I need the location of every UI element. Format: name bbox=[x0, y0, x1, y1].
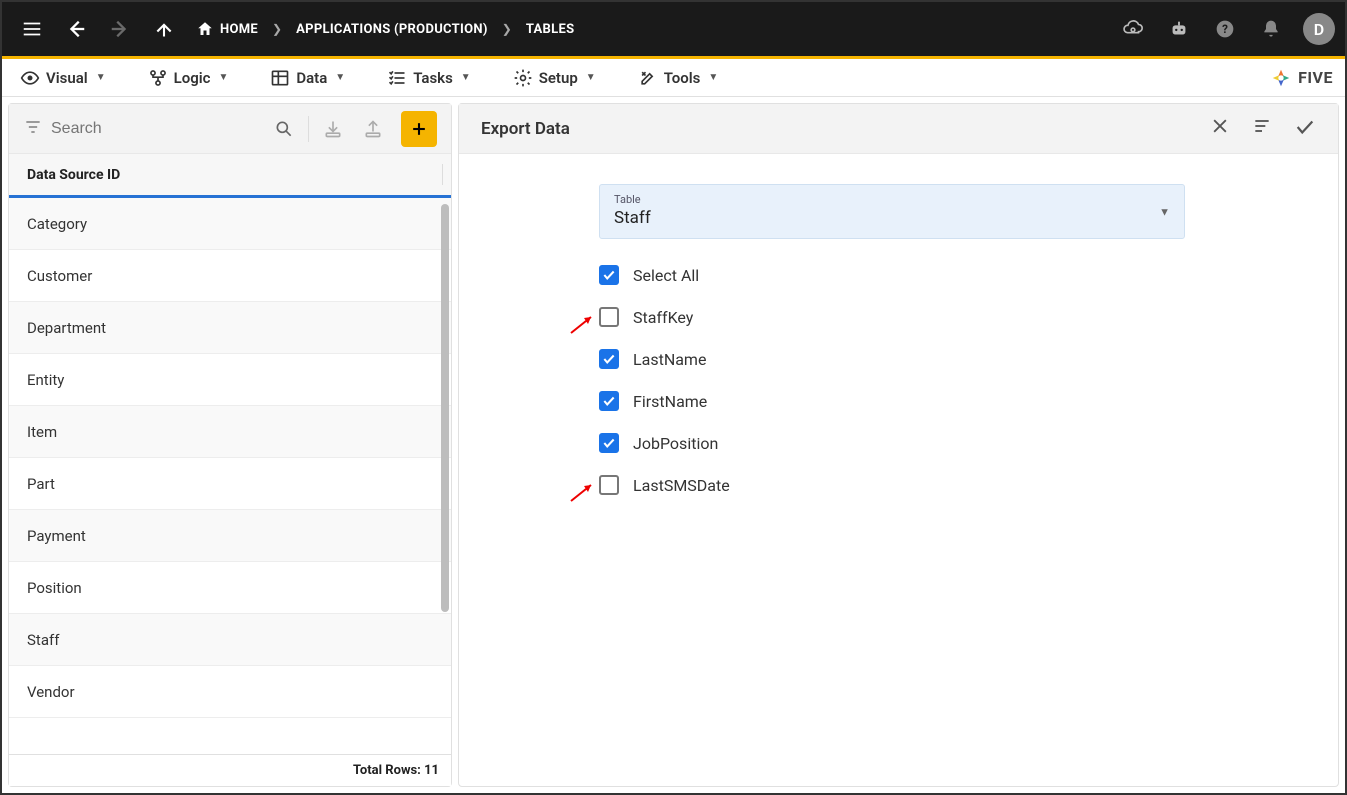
chevron-down-icon: ▼ bbox=[218, 72, 228, 83]
avatar-letter: D bbox=[1314, 20, 1324, 39]
breadcrumb-home[interactable]: HOME bbox=[196, 20, 258, 38]
table-row[interactable]: Position bbox=[9, 562, 451, 614]
chevron-down-icon: ▼ bbox=[335, 72, 345, 83]
help-icon[interactable]: ? bbox=[1205, 9, 1245, 49]
checkbox-label: FirstName bbox=[633, 392, 707, 411]
table-row[interactable]: Customer bbox=[9, 250, 451, 302]
nav-right: ? D bbox=[1113, 9, 1335, 49]
annotation-arrow-icon bbox=[569, 311, 599, 335]
left-toolbar bbox=[9, 104, 451, 154]
table-row[interactable]: Staff bbox=[9, 614, 451, 666]
checkbox[interactable] bbox=[599, 475, 619, 495]
checkbox-label: LastName bbox=[633, 350, 706, 369]
svg-text:?: ? bbox=[1222, 22, 1228, 36]
checkbox[interactable] bbox=[599, 307, 619, 327]
cloud-icon[interactable] bbox=[1113, 9, 1153, 49]
checkbox-label: LastSMSDate bbox=[633, 476, 730, 495]
checkbox[interactable] bbox=[599, 391, 619, 411]
top-nav: HOME ❯ APPLICATIONS (PRODUCTION) ❯ TABLE… bbox=[2, 2, 1345, 56]
breadcrumb-label: APPLICATIONS (PRODUCTION) bbox=[296, 22, 488, 37]
up-button[interactable] bbox=[144, 9, 184, 49]
breadcrumb-tables[interactable]: TABLES bbox=[526, 22, 575, 37]
page-title: Export Data bbox=[481, 119, 570, 139]
right-header: Export Data bbox=[459, 104, 1338, 154]
table-row[interactable]: Category bbox=[9, 198, 451, 250]
column-header[interactable]: Data Source ID bbox=[9, 154, 451, 198]
table-select-value: Staff bbox=[614, 208, 1170, 228]
field-checkbox-item[interactable]: Select All bbox=[599, 265, 1185, 285]
table-row[interactable]: Vendor bbox=[9, 666, 451, 718]
content: Data Source ID CategoryCustomerDepartmen… bbox=[2, 97, 1345, 793]
chevron-right-icon: ❯ bbox=[498, 22, 516, 36]
checkbox-label: StaffKey bbox=[633, 308, 693, 327]
menu-tasks[interactable]: Tasks▼ bbox=[381, 64, 477, 92]
filter-icon[interactable] bbox=[23, 117, 43, 141]
breadcrumb-label: HOME bbox=[220, 22, 258, 37]
field-checkbox-item[interactable]: StaffKey bbox=[599, 307, 1185, 327]
left-panel: Data Source ID CategoryCustomerDepartmen… bbox=[8, 103, 452, 787]
menu-data[interactable]: Data▼ bbox=[264, 64, 351, 92]
menu-visual[interactable]: Visual▼ bbox=[14, 64, 112, 92]
brand-logo: FIVE bbox=[1270, 67, 1333, 89]
table-row[interactable]: Part bbox=[9, 458, 451, 510]
table-select[interactable]: Table Staff ▼ bbox=[599, 184, 1185, 239]
nav-left: HOME ❯ APPLICATIONS (PRODUCTION) ❯ TABLE… bbox=[12, 9, 574, 49]
breadcrumb-label: TABLES bbox=[526, 22, 575, 37]
checkbox[interactable] bbox=[599, 265, 619, 285]
search-input[interactable] bbox=[51, 120, 260, 138]
breadcrumb: HOME ❯ APPLICATIONS (PRODUCTION) ❯ TABLE… bbox=[196, 20, 574, 38]
table-row[interactable]: Department bbox=[9, 302, 451, 354]
data-source-list: CategoryCustomerDepartmentEntityItemPart… bbox=[9, 198, 451, 754]
back-button[interactable] bbox=[56, 9, 96, 49]
field-checkbox-item[interactable]: LastSMSDate bbox=[599, 475, 1185, 495]
table-row[interactable]: Item bbox=[9, 406, 451, 458]
menu-logic[interactable]: Logic▼ bbox=[142, 64, 235, 92]
confirm-icon[interactable] bbox=[1294, 116, 1316, 142]
chevron-down-icon: ▼ bbox=[708, 72, 718, 83]
export-icon[interactable] bbox=[357, 113, 389, 145]
avatar[interactable]: D bbox=[1303, 13, 1335, 45]
forward-button[interactable] bbox=[100, 9, 140, 49]
add-button[interactable] bbox=[401, 111, 437, 147]
menu-setup[interactable]: Setup▼ bbox=[507, 64, 602, 92]
right-body: Table Staff ▼ Select All StaffKey LastName… bbox=[459, 154, 1338, 786]
right-panel: Export Data Table Staff ▼ Select All Staf… bbox=[458, 103, 1339, 787]
chevron-down-icon: ▼ bbox=[96, 72, 106, 83]
field-checkbox-item[interactable]: LastName bbox=[599, 349, 1185, 369]
checkbox-label: JobPosition bbox=[633, 434, 718, 453]
field-checkbox-item[interactable]: FirstName bbox=[599, 391, 1185, 411]
table-row[interactable]: Payment bbox=[9, 510, 451, 562]
close-icon[interactable] bbox=[1210, 116, 1230, 142]
menu-tools[interactable]: Tools▼ bbox=[632, 64, 725, 92]
list-wrap: CategoryCustomerDepartmentEntityItemPart… bbox=[9, 198, 451, 754]
checkbox[interactable] bbox=[599, 433, 619, 453]
table-row[interactable]: Entity bbox=[9, 354, 451, 406]
checkbox-label: Select All bbox=[633, 266, 699, 285]
import-icon[interactable] bbox=[317, 113, 349, 145]
submenu: Visual▼ Logic▼ Data▼ Tasks▼ Setup▼ Tools… bbox=[2, 59, 1345, 97]
menu-icon[interactable] bbox=[12, 9, 52, 49]
annotation-arrow-icon bbox=[569, 479, 599, 503]
list-icon[interactable] bbox=[1252, 116, 1272, 142]
bell-icon[interactable] bbox=[1251, 9, 1291, 49]
field-checklist: Select All StaffKey LastName FirstName JobPo… bbox=[599, 265, 1185, 495]
chevron-down-icon: ▼ bbox=[586, 72, 596, 83]
checkbox[interactable] bbox=[599, 349, 619, 369]
search-icon[interactable] bbox=[268, 113, 300, 145]
chevron-right-icon: ❯ bbox=[268, 22, 286, 36]
breadcrumb-applications[interactable]: APPLICATIONS (PRODUCTION) bbox=[296, 22, 488, 37]
table-select-label: Table bbox=[614, 193, 1170, 206]
chevron-down-icon: ▼ bbox=[461, 72, 471, 83]
left-footer: Total Rows: 11 bbox=[9, 754, 451, 786]
field-checkbox-item[interactable]: JobPosition bbox=[599, 433, 1185, 453]
chevron-down-icon: ▼ bbox=[1159, 205, 1170, 218]
scrollbar[interactable] bbox=[441, 204, 449, 748]
bot-icon[interactable] bbox=[1159, 9, 1199, 49]
